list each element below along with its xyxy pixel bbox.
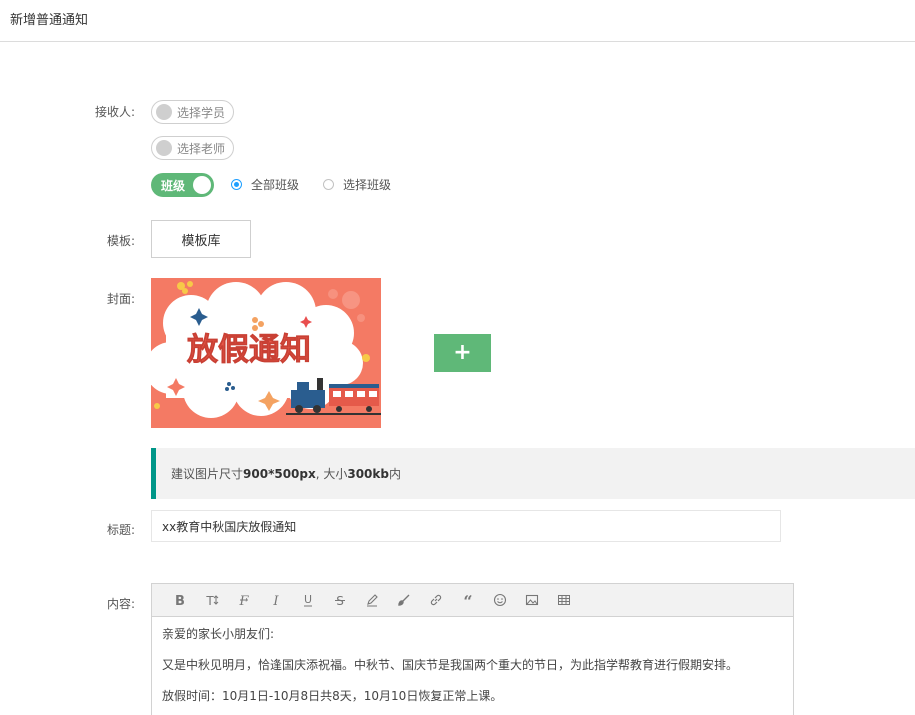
toggle-knob [193, 176, 211, 194]
editor-toolbar: B T F I U S “ [152, 584, 793, 617]
page-header: 新增普通通知 [0, 0, 915, 42]
tip-weight: 300kb [347, 466, 389, 481]
tip-prefix: 建议图片尺寸 [171, 467, 244, 481]
editor-line: 亲爱的家长小朋友们: [162, 627, 275, 641]
select-teachers-label: 选择老师 [177, 141, 226, 156]
svg-text:U: U [304, 593, 312, 606]
class-toggle-label: 班级 [161, 178, 186, 193]
content-label: 内容: [106, 597, 135, 611]
tip-suffix: 内 [388, 467, 401, 481]
select-teachers-toggle[interactable]: 选择老师 [151, 136, 235, 160]
radio-all-classes[interactable]: 全部班级 [231, 176, 299, 193]
italic-icon[interactable]: I [260, 584, 292, 617]
radio-circle-checked [231, 179, 242, 190]
toggle-knob [156, 104, 172, 120]
title-input[interactable] [151, 510, 781, 542]
class-toggle[interactable]: 班级 [151, 173, 214, 197]
editor-line: 放假时间：10月1日-10月8日共8天，10月10日恢复正常上课。 [162, 689, 503, 703]
page-title: 新增普通通知 [10, 13, 89, 28]
clear-format-icon[interactable]: F [228, 584, 260, 617]
underline-icon[interactable]: U [292, 584, 324, 617]
title-label: 标题: [106, 523, 135, 537]
table-icon[interactable] [548, 584, 580, 617]
text-size-icon[interactable]: T [196, 584, 228, 617]
highlighter-icon[interactable] [356, 584, 388, 617]
bold-icon[interactable]: B [164, 584, 196, 617]
cover-label: 封面: [106, 292, 135, 306]
editor-content[interactable]: 亲爱的家长小朋友们: 又是中秋见明月，恰逢国庆添祝福。中秋节、国庆节是我国两个重… [152, 617, 793, 715]
tip-size: 900*500px [243, 466, 316, 481]
editor-line: 又是中秋见明月，恰逢国庆添祝福。中秋节、国庆节是我国两个重大的节日，为此指学帮教… [162, 658, 739, 672]
radio-circle [323, 179, 334, 190]
select-students-toggle[interactable]: 选择学员 [151, 100, 235, 124]
svg-text:T: T [205, 594, 214, 607]
tip-mid: , 大小 [315, 467, 348, 481]
rich-text-editor[interactable]: B T F I U S “ 亲爱的家长小朋友们: 又是中秋见明月，恰逢国庆添祝福… [151, 583, 794, 715]
template-library-button[interactable]: 模板库 [151, 220, 251, 258]
add-cover-button[interactable]: + [434, 334, 491, 372]
cover-size-tip: 建议图片尺寸 900*500px, 大小 300kb 内 [151, 448, 915, 499]
toggle-knob [156, 140, 172, 156]
cover-image[interactable]: 放假通知 [151, 278, 381, 428]
radio-select-classes[interactable]: 选择班级 [323, 176, 391, 193]
brush-icon[interactable] [388, 584, 420, 617]
emoji-icon[interactable] [484, 584, 516, 617]
svg-text:I: I [272, 594, 279, 607]
radio-all-classes-label: 全部班级 [251, 178, 300, 192]
link-icon[interactable] [420, 584, 452, 617]
radio-select-classes-label: 选择班级 [343, 178, 392, 192]
strikethrough-icon[interactable]: S [324, 584, 356, 617]
receiver-label: 接收人: [94, 105, 135, 119]
template-label: 模板: [106, 234, 135, 248]
image-icon[interactable] [516, 584, 548, 617]
cover-text: 放假通知 [186, 332, 311, 368]
svg-text:B: B [175, 594, 185, 607]
quote-icon[interactable]: “ [452, 584, 484, 617]
select-students-label: 选择学员 [177, 105, 226, 120]
svg-text:“: “ [463, 593, 472, 607]
